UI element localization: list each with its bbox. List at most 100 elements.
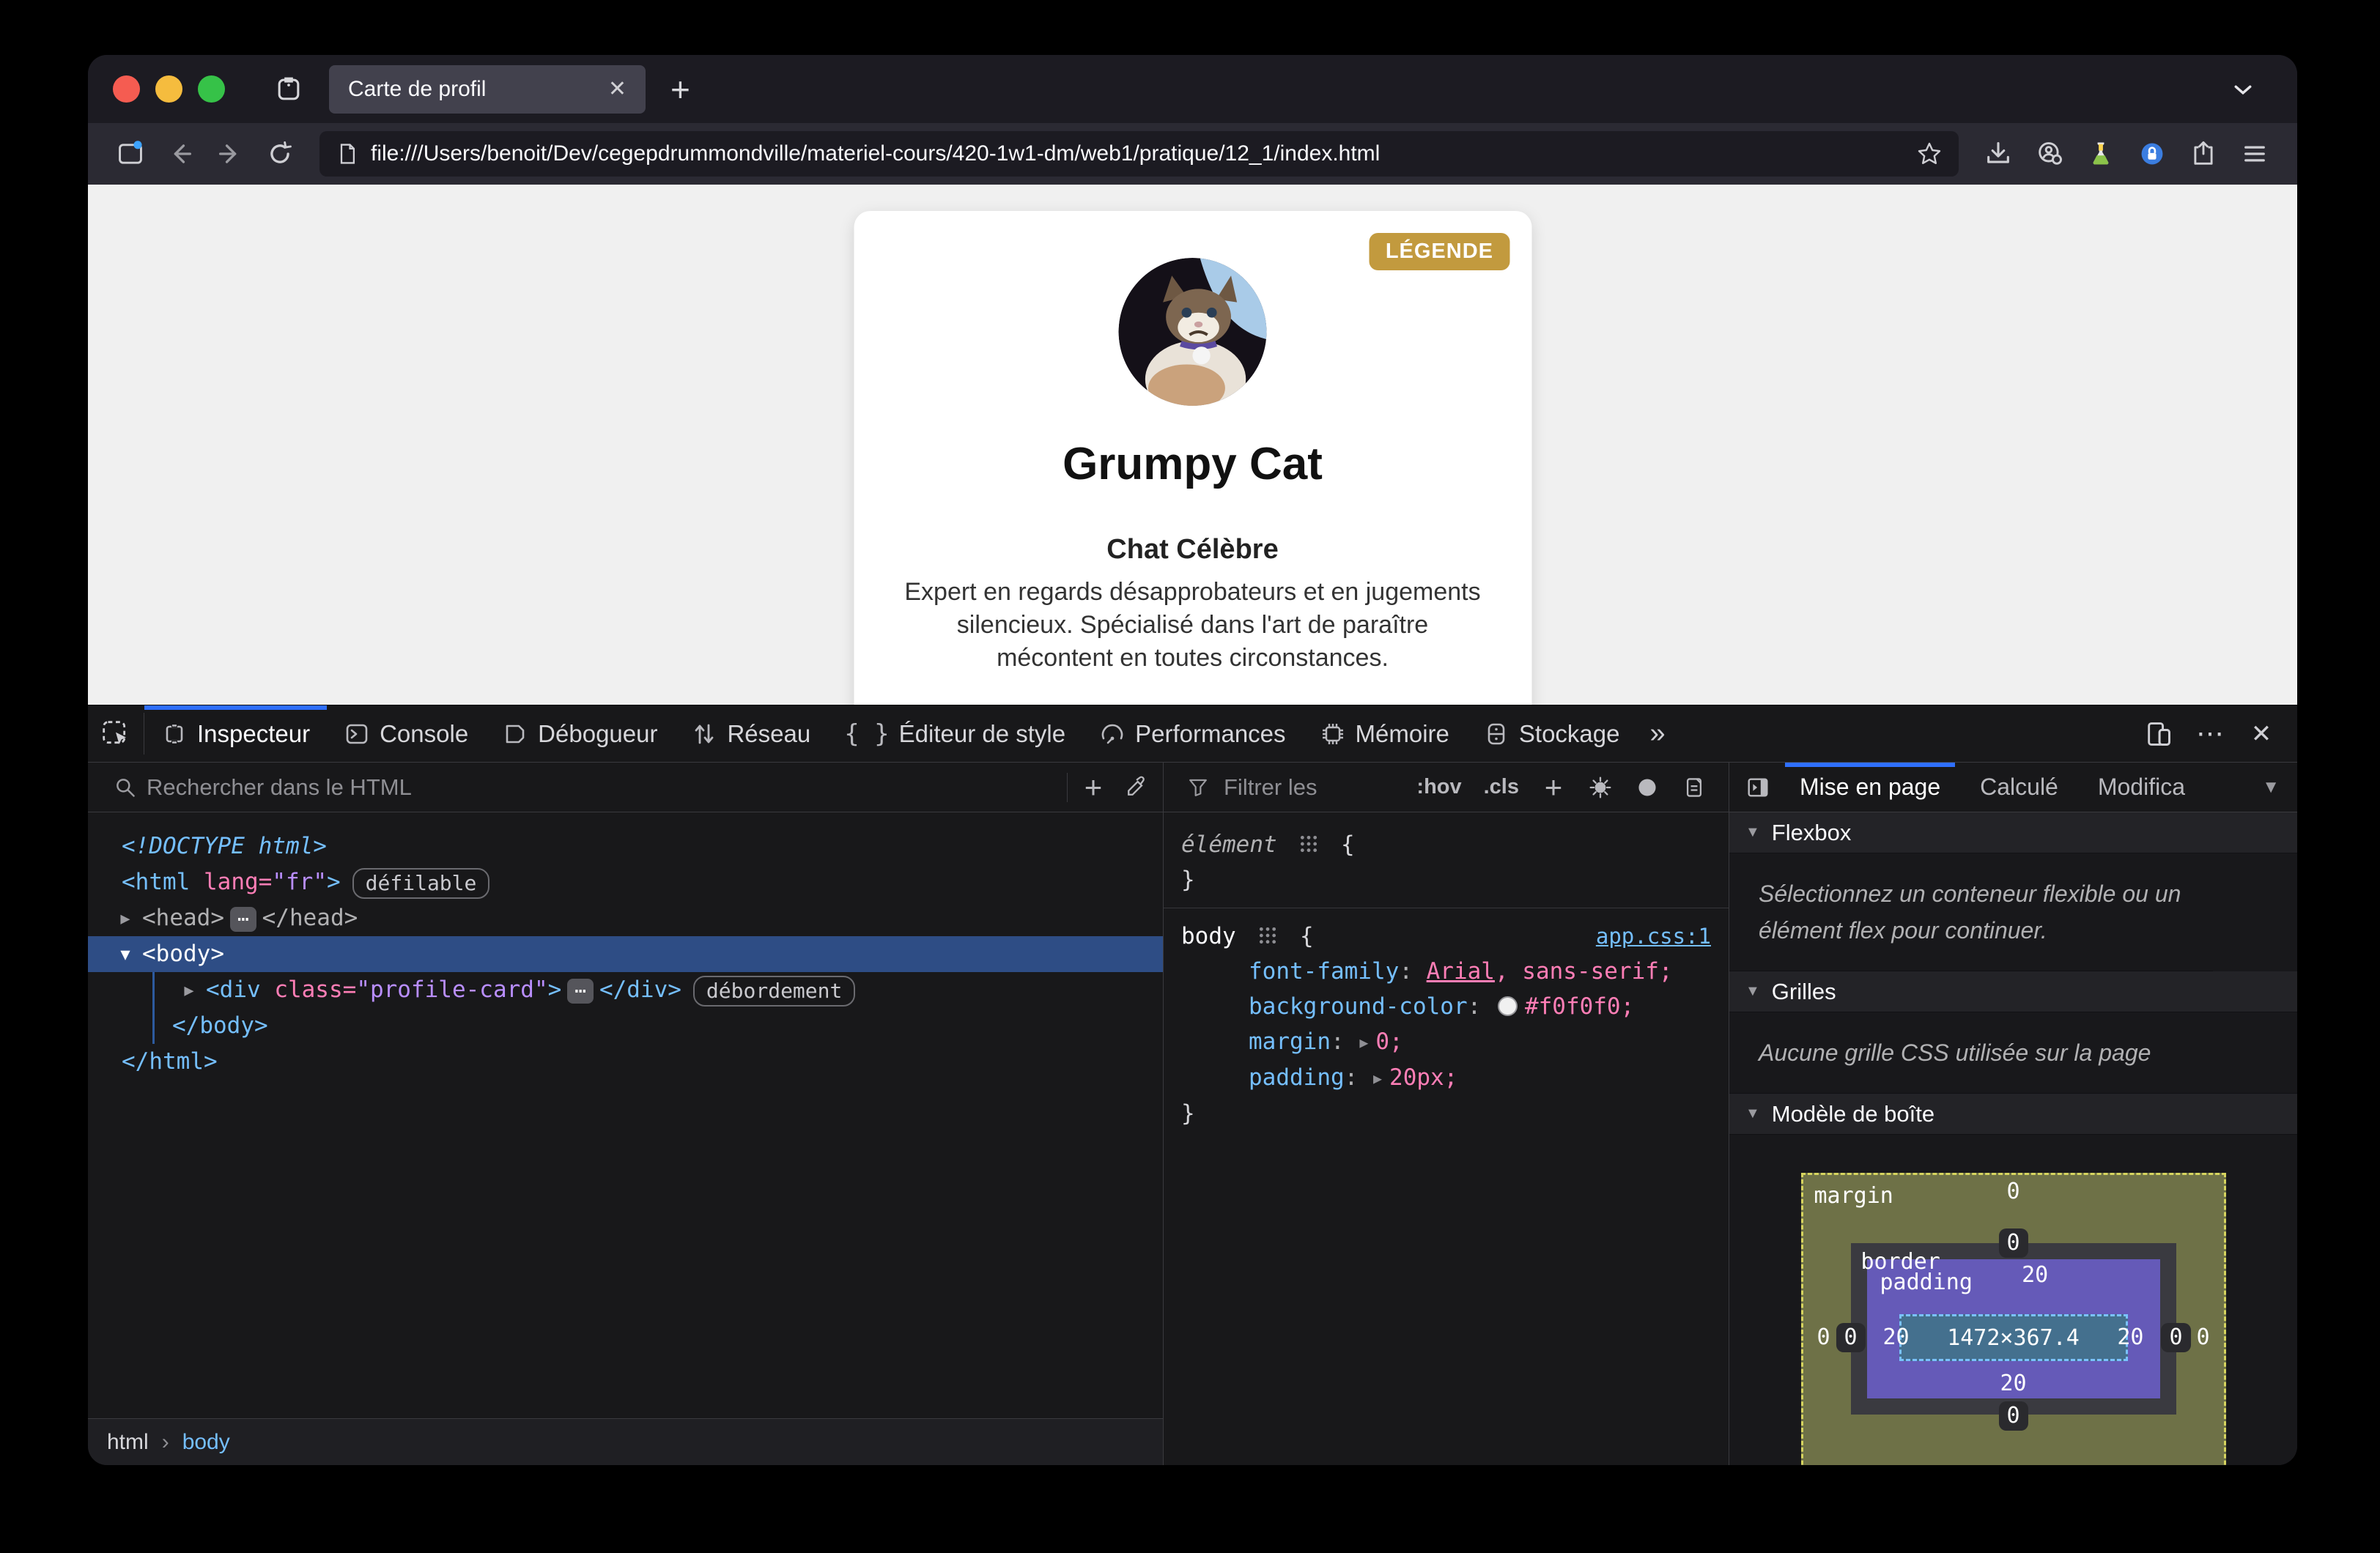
box-model-diagram[interactable]: 1472×367.4 margin border padding 0 0 0 0…: [1800, 1173, 2226, 1465]
border-left-value[interactable]: 0: [1836, 1323, 1866, 1352]
search-input[interactable]: [147, 774, 1062, 801]
tab-close-icon[interactable]: ✕: [604, 76, 631, 102]
ellipsis-badge[interactable]: ⋯: [567, 978, 594, 1004]
expand-value-icon[interactable]: ▶: [1373, 1070, 1382, 1087]
declaration-padding[interactable]: padding: ▶ 20px;: [1181, 1060, 1711, 1096]
markup-line-head[interactable]: ▶ <head> ⋯ </head>: [88, 900, 1163, 936]
list-all-tabs-icon[interactable]: [2227, 73, 2259, 105]
markup-line-profile-card[interactable]: ▶ <div class="profile-card"> ⋯ </div> débord…: [155, 972, 1163, 1008]
markup-line-doctype[interactable]: <!DOCTYPE html>: [88, 829, 1163, 864]
scrollable-badge[interactable]: défilable: [352, 867, 490, 899]
storage-icon: [1483, 721, 1509, 747]
rule-body[interactable]: app.css:1 body {: [1181, 919, 1711, 954]
padding-left-value[interactable]: 20: [1883, 1323, 1910, 1352]
forward-button[interactable]: [208, 132, 252, 176]
flexbox-section-header[interactable]: ▼ Flexbox: [1729, 812, 2297, 853]
print-media-icon[interactable]: [1673, 766, 1715, 809]
tab-style-editor[interactable]: { } Éditeur de style: [827, 705, 1082, 762]
tab-network[interactable]: Réseau: [674, 705, 827, 762]
rule-element-close: }: [1181, 867, 1195, 893]
account-icon[interactable]: [2028, 132, 2072, 176]
stylesheet-link[interactable]: app.css:1: [1596, 919, 1711, 954]
rule-element[interactable]: élément {: [1181, 827, 1711, 862]
flex-toggle-icon[interactable]: [1258, 926, 1277, 945]
declaration-font-family[interactable]: font-family: Arial, sans-serif;: [1181, 954, 1711, 989]
tab-layout[interactable]: Mise en page: [1781, 763, 1959, 812]
margin-top-value[interactable]: 0: [2006, 1177, 2019, 1207]
tab-storage[interactable]: Stockage: [1466, 705, 1637, 762]
tab-manager-icon[interactable]: [273, 74, 304, 105]
flex-toggle-icon[interactable]: [1299, 834, 1318, 853]
responsive-mode-icon[interactable]: [2136, 711, 2181, 757]
add-node-icon[interactable]: +: [1072, 766, 1115, 809]
tab-console[interactable]: Console: [327, 705, 485, 762]
class-toggle-button[interactable]: .cls: [1475, 775, 1528, 799]
markup-line-body-close[interactable]: </body>: [155, 1008, 1163, 1044]
overflow-badge[interactable]: débordement: [692, 975, 856, 1007]
url-text[interactable]: file:///Users/benoit/Dev/cegepdrummondvi…: [371, 141, 1904, 166]
performance-icon: [1099, 721, 1126, 747]
zoom-window-button[interactable]: [198, 75, 225, 103]
color-swatch[interactable]: [1497, 996, 1518, 1016]
filter-styles-input[interactable]: [1224, 774, 1404, 801]
more-tabs-icon[interactable]: »: [1636, 705, 1678, 762]
tab-performance[interactable]: Performances: [1082, 705, 1302, 762]
collapse-icon[interactable]: ▼: [1745, 1105, 1760, 1122]
eyedropper-icon[interactable]: [1115, 766, 1157, 809]
collapse-icon[interactable]: ▼: [1745, 983, 1760, 1000]
new-tab-button[interactable]: +: [670, 73, 690, 106]
sidebar-toggle-icon[interactable]: [1737, 766, 1779, 809]
hover-pseudo-button[interactable]: :hov: [1408, 775, 1470, 799]
declaration-margin[interactable]: margin: ▶ 0;: [1181, 1024, 1711, 1060]
box-model-content[interactable]: 1472×367.4: [1899, 1314, 2128, 1361]
add-rule-icon[interactable]: +: [1532, 766, 1575, 809]
tab-memory[interactable]: Mémoire: [1303, 705, 1466, 762]
ellipsis-badge[interactable]: ⋯: [229, 906, 256, 932]
padding-top-value[interactable]: 20: [2022, 1261, 2048, 1290]
border-top-value[interactable]: 0: [1998, 1228, 2028, 1258]
tab-inspector[interactable]: Inspecteur: [144, 705, 328, 762]
extension-flask-icon[interactable]: [2079, 132, 2123, 176]
collapse-icon[interactable]: ▼: [1745, 824, 1760, 841]
markup-line-html[interactable]: <html lang="fr"> défilable: [88, 864, 1163, 900]
border-bottom-value[interactable]: 0: [1998, 1401, 2028, 1431]
expand-icon[interactable]: ▶: [172, 973, 206, 1009]
margin-left-value[interactable]: 0: [1817, 1323, 1830, 1352]
reload-button[interactable]: [258, 132, 302, 176]
box-model-section-header[interactable]: ▼ Modèle de boîte: [1729, 1094, 2297, 1135]
collapse-icon[interactable]: ▼: [108, 937, 142, 973]
padding-right-value[interactable]: 20: [2117, 1323, 2143, 1352]
url-bar[interactable]: file:///Users/benoit/Dev/cegepdrummondvi…: [319, 131, 1959, 177]
close-window-button[interactable]: [113, 75, 140, 103]
tab-changes[interactable]: Modifica: [2079, 763, 2185, 812]
expand-value-icon[interactable]: ▶: [1359, 1034, 1368, 1051]
markup-line-body[interactable]: ▼ <body>: [88, 936, 1163, 972]
back-button[interactable]: [158, 132, 202, 176]
border-right-value[interactable]: 0: [2161, 1323, 2191, 1352]
devtools-menu-icon[interactable]: ⋯: [2187, 711, 2233, 757]
pick-element-icon[interactable]: [88, 705, 144, 762]
bookmark-star-icon[interactable]: [1916, 141, 1943, 167]
margin-right-value[interactable]: 0: [2196, 1323, 2209, 1352]
downloads-icon[interactable]: [1976, 132, 2020, 176]
share-extension-icon[interactable]: [2181, 132, 2225, 176]
light-mode-icon[interactable]: [1579, 766, 1622, 809]
firefox-view-icon[interactable]: [108, 132, 152, 176]
expand-icon[interactable]: ▶: [108, 901, 142, 937]
devtools-close-icon[interactable]: ✕: [2239, 711, 2284, 757]
browser-tab[interactable]: Carte de profil ✕: [329, 64, 646, 114]
breadcrumb-body[interactable]: body: [182, 1430, 230, 1455]
dark-mode-icon[interactable]: [1626, 766, 1668, 809]
menu-icon[interactable]: [2233, 132, 2277, 176]
markup-line-html-close[interactable]: </html>: [88, 1044, 1163, 1080]
tab-strip: Carte de profil ✕ +: [88, 55, 2297, 123]
sidebar-tabs-dropdown-icon[interactable]: ▼: [2261, 777, 2290, 798]
padding-bottom-value[interactable]: 20: [2000, 1369, 2026, 1398]
breadcrumb-html[interactable]: html: [107, 1430, 149, 1455]
declaration-background-color[interactable]: background-color: #f0f0f0;: [1181, 989, 1711, 1024]
extension-lock-icon[interactable]: [2130, 132, 2174, 176]
grids-section-header[interactable]: ▼ Grilles: [1729, 971, 2297, 1012]
tab-debugger[interactable]: Débogueur: [485, 705, 674, 762]
tab-computed[interactable]: Calculé: [1961, 763, 2077, 812]
minimize-window-button[interactable]: [155, 75, 182, 103]
